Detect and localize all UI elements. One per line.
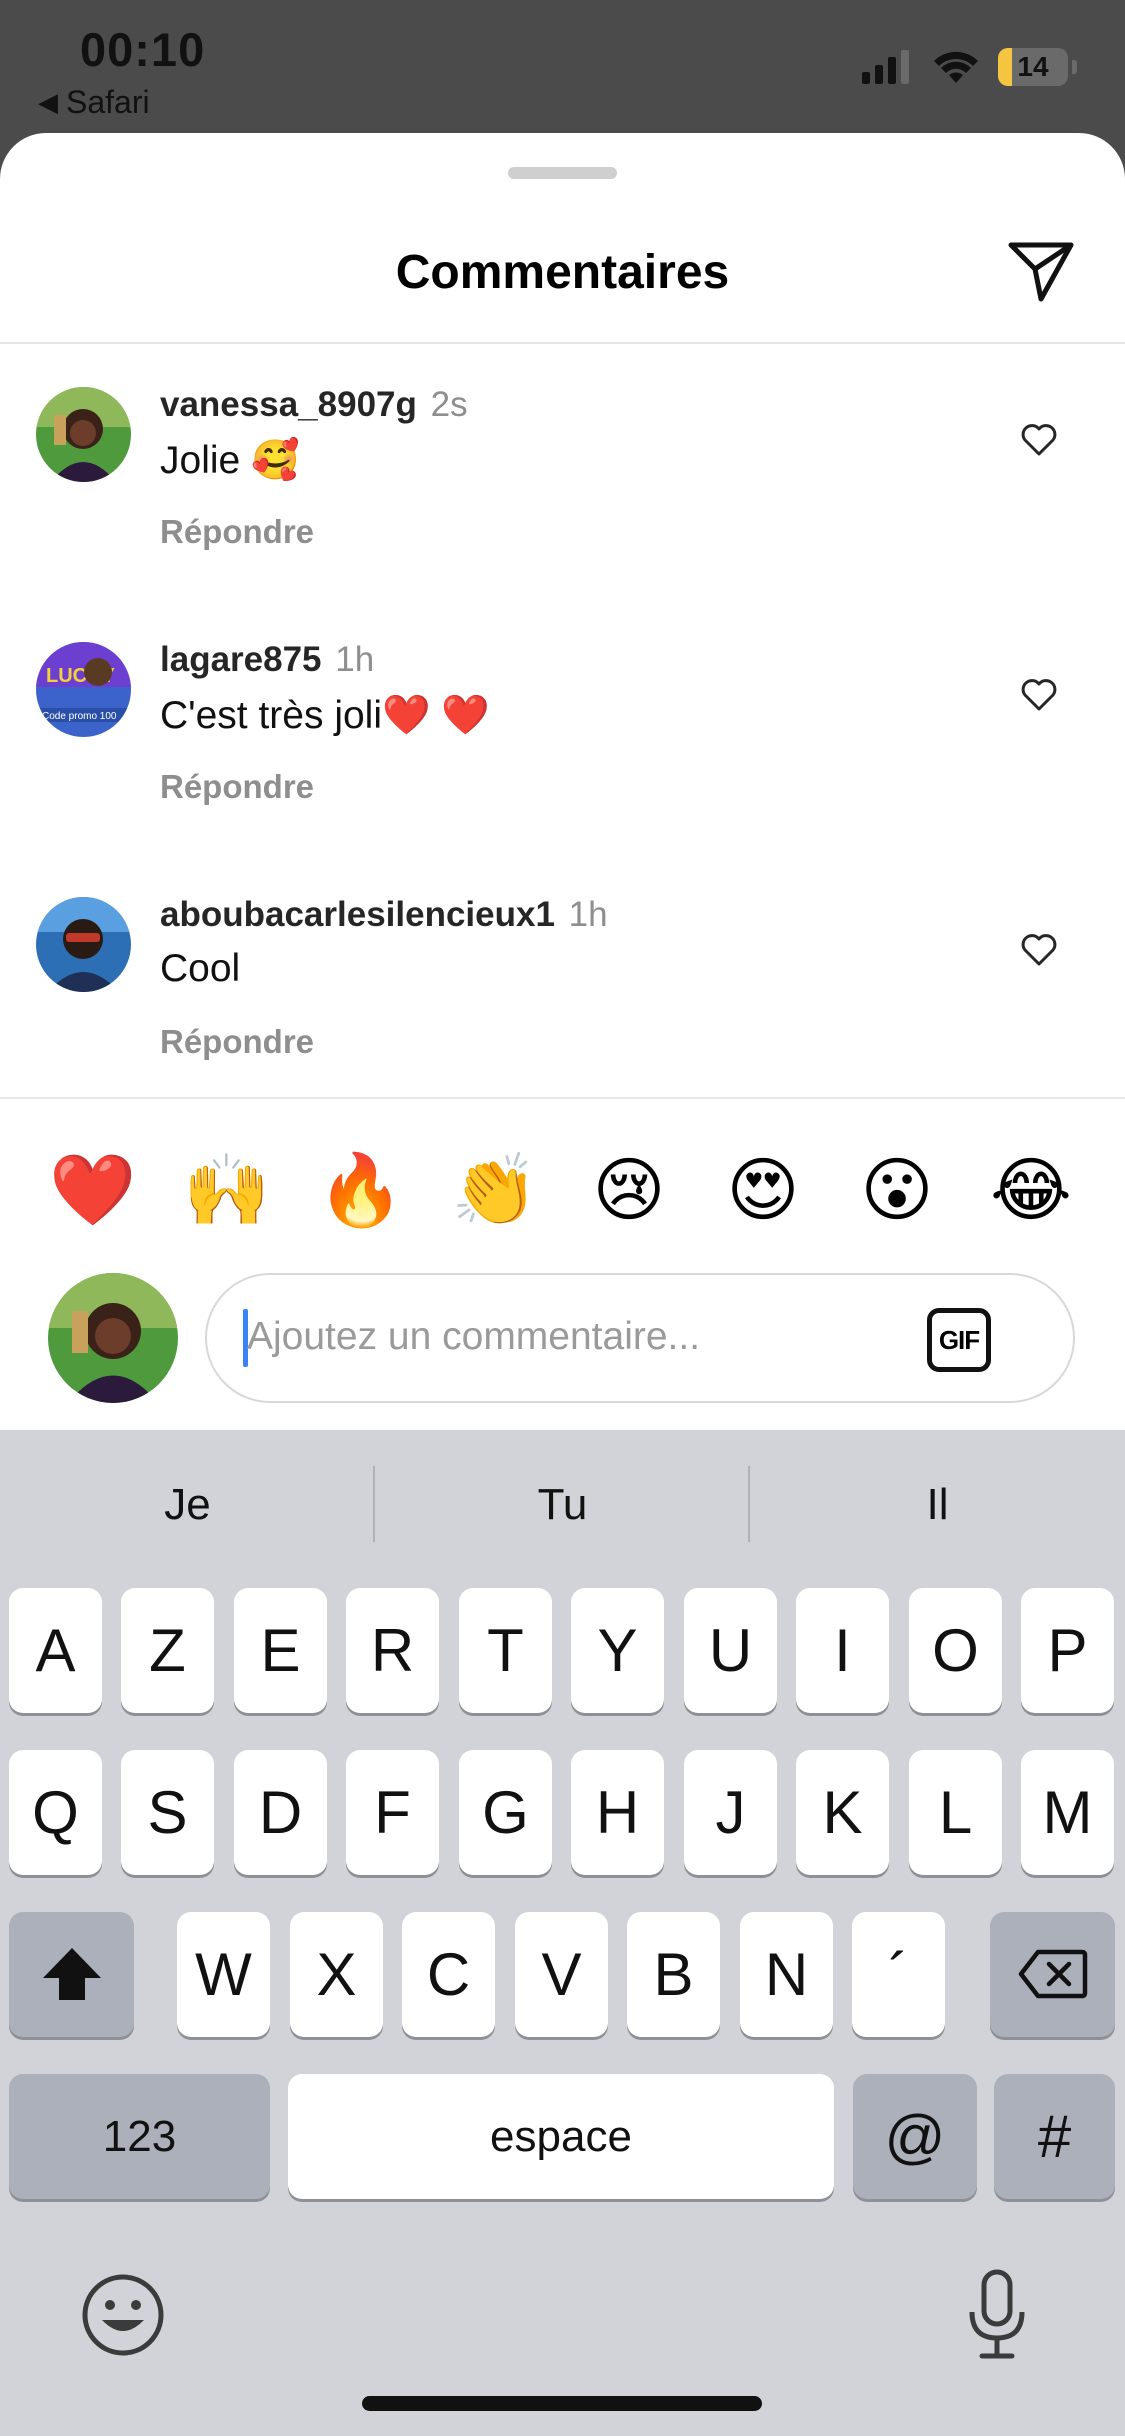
reply-button[interactable]: Répondre (160, 768, 314, 806)
key-d[interactable]: D (234, 1750, 327, 1875)
shift-key[interactable] (9, 1912, 134, 2037)
key-q[interactable]: Q (9, 1750, 102, 1875)
backspace-icon (1018, 1949, 1087, 1999)
cellular-signal-icon (862, 50, 909, 84)
keyboard: Je Tu Il A Z E R T Y U I O P Q S D F G H… (0, 1430, 1125, 2436)
emoji-surprised-button[interactable]: 😮 (852, 1145, 942, 1235)
comment-item: LUCKY Code promo 100 lagare875 1h C'est … (0, 640, 1125, 872)
sheet-grabber[interactable] (508, 167, 617, 179)
comment-item: aboubacarlesilencieux1 1h Cool Répondre (0, 895, 1125, 1127)
comment-text: Jolie 🥰 (160, 439, 300, 482)
key-n[interactable]: N (740, 1912, 833, 2037)
emoji-clap-button[interactable]: 👏 (450, 1145, 540, 1235)
key-r[interactable]: R (346, 1588, 439, 1713)
wifi-icon (934, 51, 978, 83)
key-i[interactable]: I (796, 1588, 889, 1713)
key-p[interactable]: P (1021, 1588, 1114, 1713)
back-to-safari-label: Safari (66, 84, 150, 120)
reply-button[interactable]: Répondre (160, 513, 314, 551)
my-avatar (48, 1273, 178, 1403)
comment-time: 2s (430, 385, 468, 424)
comment-username[interactable]: vanessa_8907g (160, 385, 417, 424)
key-y[interactable]: Y (571, 1588, 664, 1713)
comment-item: vanessa_8907g 2s Jolie 🥰 Répondre (0, 385, 1125, 617)
microphone-icon[interactable] (966, 2268, 1028, 2360)
emoji-divider (0, 1097, 1125, 1099)
battery-level: 14 (1017, 51, 1049, 82)
gif-button[interactable]: GIF (927, 1308, 991, 1372)
key-w[interactable]: W (177, 1912, 270, 2037)
emoji-keyboard-icon[interactable] (80, 2272, 166, 2358)
heart-icon[interactable] (1019, 676, 1059, 712)
emoji-heart-button[interactable]: ❤️ (48, 1145, 138, 1235)
key-b[interactable]: B (627, 1912, 720, 2037)
suggestion-bar: Je Tu Il (0, 1430, 1125, 1578)
key-z[interactable]: Z (121, 1588, 214, 1713)
key-acute-accent[interactable]: ´ (852, 1912, 945, 2037)
key-g[interactable]: G (459, 1750, 552, 1875)
key-x[interactable]: X (290, 1912, 383, 2037)
suggestion-item[interactable]: Tu (375, 1480, 750, 1530)
comment-header: vanessa_8907g 2s (160, 385, 468, 425)
status-bar: 00:10 ◀ Safari 14 (0, 0, 1125, 135)
comment-time: 1h (335, 640, 375, 679)
avatar[interactable] (36, 387, 131, 482)
key-o[interactable]: O (909, 1588, 1002, 1713)
emoji-fire-button[interactable]: 🔥 (316, 1145, 406, 1235)
key-m[interactable]: M (1021, 1750, 1114, 1875)
comment-header: aboubacarlesilencieux1 1h (160, 895, 608, 935)
key-t[interactable]: T (459, 1588, 552, 1713)
back-triangle-icon: ◀ (38, 87, 58, 117)
emoji-laughing-button[interactable]: 😂 (986, 1145, 1076, 1235)
at-key[interactable]: @ (853, 2074, 977, 2199)
emoji-heart-eyes-button[interactable]: 😍 (718, 1145, 808, 1235)
key-f[interactable]: F (346, 1750, 439, 1875)
reply-button[interactable]: Répondre (160, 1023, 314, 1061)
comment-username[interactable]: aboubacarlesilencieux1 (160, 895, 555, 934)
space-key[interactable]: espace (288, 2074, 834, 2199)
shift-icon (42, 1948, 101, 2000)
battery-tip (1072, 60, 1077, 74)
backspace-key[interactable] (990, 1912, 1115, 2037)
header-divider (0, 342, 1125, 344)
heart-icon[interactable] (1019, 931, 1059, 967)
paper-plane-icon[interactable] (1005, 235, 1077, 307)
comment-input[interactable]: Ajoutez un commentaire... GIF (205, 1273, 1075, 1403)
comment-username[interactable]: lagare875 (160, 640, 322, 679)
key-v[interactable]: V (515, 1912, 608, 2037)
hash-key[interactable]: # (994, 2074, 1115, 2199)
suggestion-item[interactable]: Il (750, 1480, 1125, 1530)
quick-emoji-bar: ❤️ 🙌 🔥 👏 😢 😍 😮 😂 (0, 1145, 1125, 1241)
comment-time: 1h (568, 895, 608, 934)
key-s[interactable]: S (121, 1750, 214, 1875)
comment-header: lagare875 1h (160, 640, 374, 680)
avatar[interactable]: LUCKY Code promo 100 (36, 642, 131, 737)
home-indicator[interactable] (362, 2396, 762, 2411)
key-l[interactable]: L (909, 1750, 1002, 1875)
key-c[interactable]: C (402, 1912, 495, 2037)
key-a[interactable]: A (9, 1588, 102, 1713)
emoji-raised-hands-button[interactable]: 🙌 (182, 1145, 272, 1235)
back-to-safari-button[interactable]: ◀ Safari (38, 84, 150, 121)
key-h[interactable]: H (571, 1750, 664, 1875)
numbers-key[interactable]: 123 (9, 2074, 270, 2199)
comment-text: C'est très joli❤️ ❤️ (160, 694, 490, 737)
svg-text:Code promo 100: Code promo 100 (42, 711, 117, 722)
key-j[interactable]: J (684, 1750, 777, 1875)
status-indicators: 14 (862, 48, 1077, 86)
key-u[interactable]: U (684, 1588, 777, 1713)
comment-input-placeholder: Ajoutez un commentaire... (247, 1315, 701, 1358)
suggestion-item[interactable]: Je (0, 1480, 375, 1530)
key-k[interactable]: K (796, 1750, 889, 1875)
status-time: 00:10 (80, 23, 206, 76)
battery-icon: 14 (998, 48, 1068, 86)
sheet-title: Commentaires (395, 246, 730, 299)
avatar[interactable] (36, 897, 131, 992)
comments-sheet: Commentaires vanessa_8907g 2s Jolie 🥰 Ré… (0, 133, 1125, 1433)
key-e[interactable]: E (234, 1588, 327, 1713)
emoji-crying-button[interactable]: 😢 (584, 1145, 674, 1235)
heart-icon[interactable] (1019, 421, 1059, 457)
comment-text: Cool (160, 947, 241, 990)
